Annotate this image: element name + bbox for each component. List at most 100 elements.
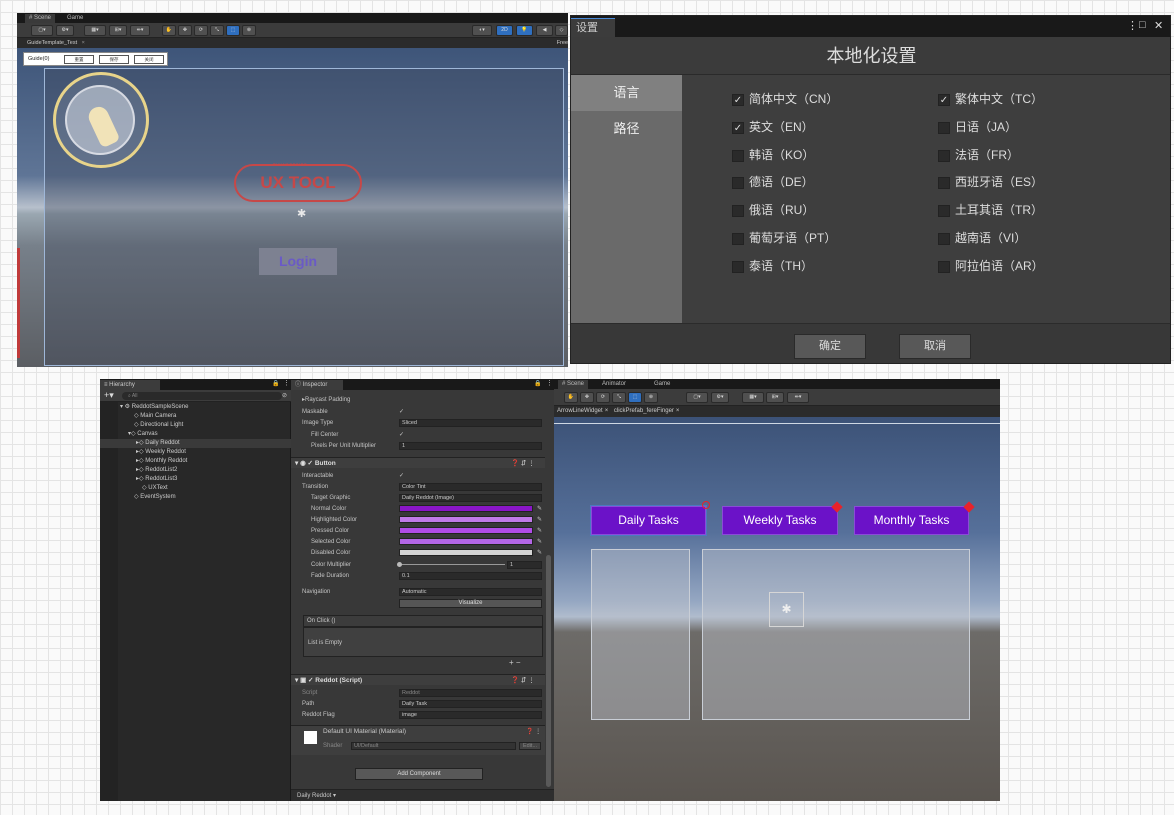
save-button[interactable]: 保存 <box>99 55 129 64</box>
tab-game[interactable]: Game <box>63 14 87 23</box>
transform-tool-button[interactable]: ⊛ <box>644 392 658 403</box>
language-option[interactable]: 越南语（VI） <box>938 229 1026 247</box>
hand-tool-button[interactable]: ✋ <box>564 392 578 403</box>
pressed-color-swatch[interactable] <box>399 527 533 534</box>
move-tool-button[interactable]: ✥ <box>580 392 594 403</box>
add-component-button[interactable]: Add Component <box>355 768 483 780</box>
expand-icon[interactable]: ▸◇ <box>136 476 145 482</box>
snap-button[interactable]: ⊞▾ <box>109 25 127 36</box>
target-graphic-field[interactable]: Daily Reddot (Image) <box>399 494 542 502</box>
tab-scene[interactable]: # Scene <box>558 380 589 389</box>
slider-handle[interactable] <box>397 562 402 567</box>
filter-icon[interactable]: ⊘ <box>282 392 287 399</box>
scale-tool-button[interactable]: ⤡ <box>612 392 626 403</box>
normal-color-swatch[interactable] <box>399 505 533 512</box>
language-option[interactable]: 阿拉伯语（AR） <box>938 257 1044 275</box>
reddot-component-header[interactable]: ▾ ▣ ✓ Reddot (Script) ❓ ⇵ ⋮ <box>291 674 545 685</box>
close-button[interactable]: 关闭 <box>134 55 164 64</box>
add-icon[interactable]: +▾ <box>104 390 114 401</box>
expand-icon[interactable]: ▸◇ <box>136 458 145 464</box>
subtab-arrowline[interactable]: ArrowLineWidget <box>557 408 603 414</box>
navigation-dropdown[interactable]: Automatic <box>399 588 542 596</box>
maximize-icon[interactable]: □ <box>1139 19 1146 31</box>
color-multiplier-field[interactable]: 1 <box>507 561 542 569</box>
more-icon[interactable]: ⋮ <box>1127 19 1138 32</box>
settings-tab[interactable]: 设置 <box>571 18 615 37</box>
increment-button[interactable]: ⇹▾ <box>787 392 809 403</box>
move-tool-button[interactable]: ✥ <box>178 25 192 36</box>
weekly-tasks-button[interactable]: Weekly Tasks <box>722 506 838 535</box>
draw-mode-button[interactable]: ▢▾ <box>31 25 53 36</box>
expand-icon[interactable]: ▾◇ <box>128 431 137 437</box>
2d-toggle[interactable]: 2D <box>496 25 513 36</box>
fold-icon[interactable]: ▾ ◉ ✓ <box>295 460 315 467</box>
rotate-tool-button[interactable]: ⟳ <box>194 25 208 36</box>
language-option[interactable]: 德语（DE） <box>732 173 814 191</box>
orientation-button[interactable]: ◐▾ <box>472 25 492 36</box>
checkbox[interactable]: ✓ <box>732 93 744 106</box>
prefab-tab-label[interactable]: GuideTemplate_Test <box>27 40 77 46</box>
sidebar-item-language[interactable]: 语言 <box>571 75 682 111</box>
reset-button[interactable]: 重置 <box>64 55 94 64</box>
transition-dropdown[interactable]: Color Tint <box>399 483 542 491</box>
checkbox[interactable] <box>938 176 950 189</box>
confirm-button[interactable]: 确定 <box>794 334 866 359</box>
language-option[interactable]: 土耳其语（TR） <box>938 201 1043 219</box>
tab-game[interactable]: Game <box>650 380 674 389</box>
cancel-button[interactable]: 取消 <box>899 334 971 359</box>
checkbox[interactable]: ✓ <box>732 121 744 134</box>
hierarchy-item[interactable]: ◇ Main Camera <box>100 412 291 421</box>
grid-button[interactable]: ▦▾ <box>742 392 764 403</box>
raycast-padding-row[interactable]: ▸ Raycast Padding <box>291 395 554 405</box>
preview-footer[interactable]: Daily Reddot ▾ <box>291 789 554 801</box>
gizmo-button[interactable]: ⚙▾ <box>711 392 729 403</box>
expand-icon[interactable]: ▸◇ <box>136 467 145 473</box>
edit-button[interactable]: Edit... <box>519 742 541 750</box>
checkbox[interactable] <box>938 121 950 134</box>
reddot-flag-field[interactable]: image <box>399 711 542 719</box>
image-type-dropdown[interactable]: Sliced <box>399 419 542 427</box>
more-icon[interactable]: ⋮ <box>283 379 290 387</box>
hierarchy-item[interactable]: ▸◇ Daily Reddot <box>100 439 291 448</box>
hierarchy-item[interactable]: ▸◇ Weekly Reddot <box>100 448 291 457</box>
hierarchy-item[interactable]: ▾ ⚙ ReddotSampleScene <box>100 403 291 412</box>
help-icon[interactable]: ❓ ⇵ ⋮ <box>511 458 535 469</box>
free-aspect-label[interactable]: Free <box>557 38 568 48</box>
audio-toggle[interactable]: ◀ <box>536 25 553 36</box>
language-option[interactable]: 法语（FR） <box>938 146 1019 164</box>
rotate-tool-button[interactable]: ⟳ <box>596 392 610 403</box>
language-option[interactable]: 西班牙语（ES） <box>938 173 1043 191</box>
language-option[interactable]: 泰语（TH） <box>732 257 813 275</box>
highlighted-color-swatch[interactable] <box>399 516 533 523</box>
eyedropper-icon[interactable]: ✎ <box>537 526 542 536</box>
language-option[interactable]: 葡萄牙语（PT） <box>732 229 836 247</box>
selected-color-swatch[interactable] <box>399 538 533 545</box>
lock-icon[interactable]: 🔒 <box>534 380 541 387</box>
shader-dropdown[interactable]: UI/Default <box>351 742 516 750</box>
draw-mode-button[interactable]: ▢▾ <box>686 392 708 403</box>
lock-icon[interactable]: 🔒 <box>272 380 279 387</box>
rect-tool-button[interactable]: ⬚ <box>226 25 240 36</box>
close-icon[interactable]: × <box>605 408 609 414</box>
close-icon[interactable]: × <box>676 408 680 414</box>
close-icon[interactable]: ✕ <box>1154 19 1163 32</box>
rect-tool-button[interactable]: ⬚ <box>628 392 642 403</box>
visualize-button[interactable]: Visualize <box>399 599 542 608</box>
scale-tool-button[interactable]: ⤡ <box>210 25 224 36</box>
interactable-checkbox[interactable]: ✓ <box>399 471 404 481</box>
maskable-checkbox[interactable]: ✓ <box>399 407 404 417</box>
eyedropper-icon[interactable]: ✎ <box>537 537 542 547</box>
lighting-toggle[interactable]: 💡 <box>516 25 533 36</box>
checkbox[interactable] <box>938 149 950 162</box>
fill-center-checkbox[interactable]: ✓ <box>399 430 404 440</box>
color-multiplier-slider[interactable] <box>399 564 505 565</box>
sidebar-item-path[interactable]: 路径 <box>571 111 682 147</box>
subtab-clickprefab[interactable]: clickPrefab_fereFinger <box>614 408 674 414</box>
more-icon[interactable]: ⋮ <box>546 379 553 387</box>
language-option[interactable]: 韩语（KO） <box>732 146 814 164</box>
checkbox[interactable] <box>938 260 950 273</box>
language-option[interactable]: ✓ 简体中文（CN） <box>732 90 838 108</box>
checkbox[interactable] <box>732 232 744 245</box>
ppu-field[interactable]: 1 <box>399 442 542 450</box>
expand-icon[interactable]: ▾ ⚙ <box>120 404 132 410</box>
